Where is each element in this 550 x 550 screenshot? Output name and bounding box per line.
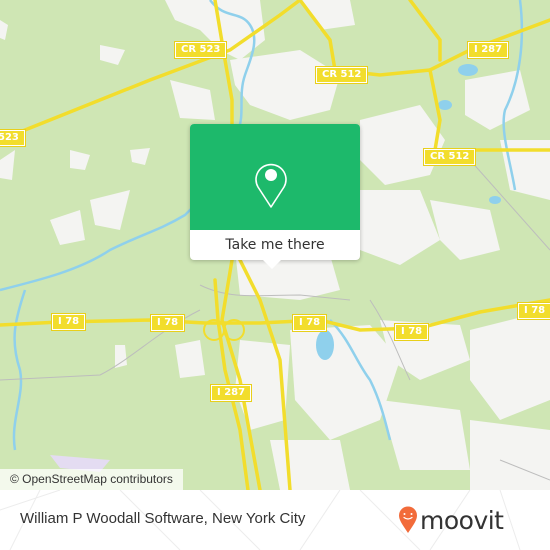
road-shield-cr512: CR 512: [314, 66, 369, 84]
road-shield-label: I 78: [524, 305, 546, 316]
road-shield-i287: I 287: [209, 384, 253, 402]
road-shield-label: I 78: [299, 317, 321, 328]
road-shield-i78: I 78: [50, 313, 87, 331]
moovit-pin-logo-icon: [399, 506, 417, 533]
road-shield-i287-top: I 287: [466, 41, 510, 59]
road-shield-cr523: CR 523: [173, 41, 228, 59]
take-me-there-button[interactable]: Take me there: [190, 230, 360, 260]
place-title: William P Woodall Software, New York Cit…: [20, 510, 306, 527]
location-pin-icon: [255, 163, 287, 208]
moovit-wordmark: moovit: [420, 505, 504, 535]
road-shield-label: I 78: [401, 326, 423, 337]
road-shield-label: CR 512: [322, 69, 362, 80]
popup-tail: [263, 260, 281, 269]
road-shield-label: I 78: [58, 316, 80, 327]
road-shield-label: CR 523: [181, 44, 221, 55]
road-shield-cr512-right: CR 512: [422, 148, 477, 166]
road-shield-label: CR 512: [430, 151, 470, 162]
road-shield-i78: I 78: [516, 302, 550, 320]
moovit-logo[interactable]: moovit: [398, 505, 504, 535]
footer-bar: William P Woodall Software, New York Cit…: [0, 490, 550, 550]
road-shield-label: I 287: [474, 44, 503, 55]
popup-header: [190, 124, 360, 230]
road-shield-label: I 78: [157, 317, 179, 328]
road-shield-i78: I 78: [393, 323, 430, 341]
map-view[interactable]: CR 523 523 CR 512 CR 512 I 287 I 78 I 78…: [0, 0, 550, 490]
map-attribution[interactable]: © OpenStreetMap contributors: [0, 469, 183, 490]
road-shield-cr523-left: 523: [0, 129, 26, 147]
road-shield-label: 523: [0, 132, 19, 143]
road-shield-i78: I 78: [291, 314, 328, 332]
road-shield-i78: I 78: [149, 314, 186, 332]
road-shield-label: I 287: [217, 387, 246, 398]
location-popup: Take me there: [190, 124, 360, 269]
